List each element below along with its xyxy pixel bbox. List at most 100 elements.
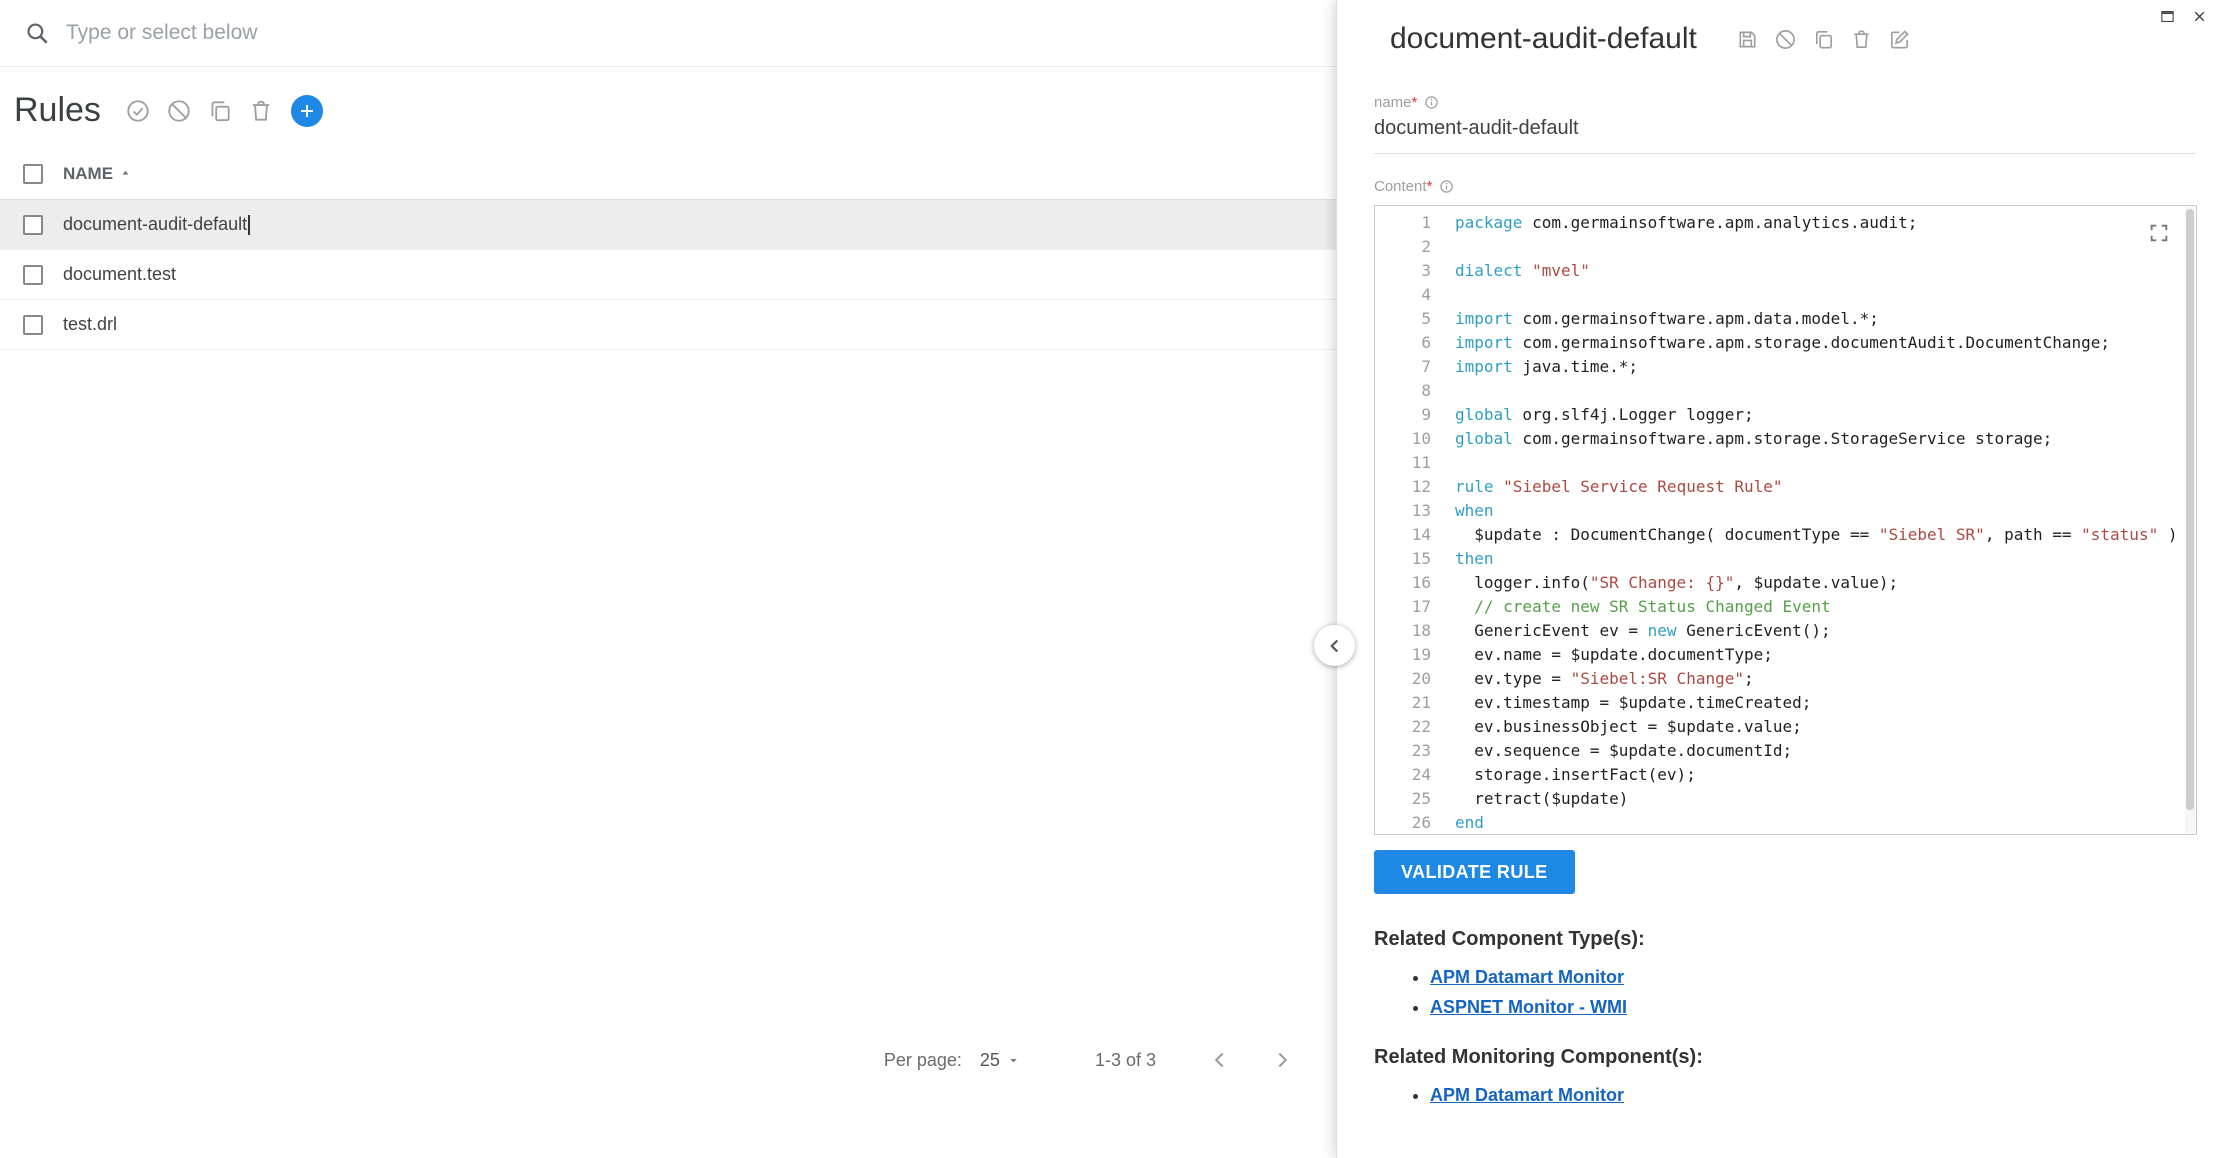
table-header: NAME bbox=[0, 148, 1336, 200]
line-number: 16 bbox=[1375, 571, 1431, 595]
name-column-header[interactable]: NAME bbox=[63, 164, 132, 184]
code-line: 9global org.slf4j.Logger logger; bbox=[1375, 403, 2196, 427]
range-label: 1-3 of 3 bbox=[1095, 1050, 1156, 1071]
code-text bbox=[1431, 451, 1455, 475]
code-line: 22 ev.businessObject = $update.value; bbox=[1375, 715, 2196, 739]
delete-button[interactable] bbox=[1847, 25, 1876, 54]
list-item: ASPNET Monitor - WMI bbox=[1430, 997, 2196, 1018]
line-number: 18 bbox=[1375, 619, 1431, 643]
code-line: 14 $update : DocumentChange( documentTyp… bbox=[1375, 523, 2196, 547]
code-line: 4 bbox=[1375, 283, 2196, 307]
name-field[interactable]: document-audit-default bbox=[1374, 117, 2196, 154]
rules-toolbar bbox=[123, 95, 323, 127]
line-number: 6 bbox=[1375, 331, 1431, 355]
code-line: 20 ev.type = "Siebel:SR Change"; bbox=[1375, 667, 2196, 691]
add-rule-button[interactable] bbox=[291, 95, 323, 127]
per-page-select[interactable]: 25 bbox=[980, 1050, 1021, 1071]
copy-button[interactable] bbox=[1809, 25, 1838, 54]
save-icon bbox=[1736, 28, 1759, 51]
code-line: 19 ev.name = $update.documentType; bbox=[1375, 643, 2196, 667]
related-monitoring-heading: Related Monitoring Component(s): bbox=[1374, 1046, 2196, 1069]
validate-rule-button[interactable]: VALIDATE RULE bbox=[1374, 850, 1575, 894]
code-text: logger.info("SR Change: {}", $update.val… bbox=[1431, 571, 1898, 595]
table-row[interactable]: test.drl bbox=[0, 300, 1336, 350]
rule-name: test.drl bbox=[63, 314, 117, 335]
search-input[interactable] bbox=[66, 21, 1336, 45]
line-number: 12 bbox=[1375, 475, 1431, 499]
info-icon[interactable] bbox=[1439, 179, 1454, 194]
select-all-checkbox[interactable] bbox=[23, 164, 43, 184]
row-checkbox[interactable] bbox=[23, 265, 43, 285]
edit-button[interactable] bbox=[1885, 25, 1914, 54]
pagination: Per page: 25 1-3 of 3 bbox=[884, 1040, 1302, 1080]
code-lines: 1package com.germainsoftware.apm.analyti… bbox=[1375, 211, 2196, 835]
code-text: ev.businessObject = $update.value; bbox=[1431, 715, 1802, 739]
code-line: 10global com.germainsoftware.apm.storage… bbox=[1375, 427, 2196, 451]
per-page-value: 25 bbox=[980, 1050, 1000, 1071]
info-icon[interactable] bbox=[1424, 95, 1439, 110]
enable-rule-button[interactable] bbox=[123, 96, 153, 126]
close-button[interactable] bbox=[2189, 6, 2209, 26]
code-text: $update : DocumentChange( documentType =… bbox=[1431, 523, 2177, 547]
detail-panel: document-audit-default n bbox=[1336, 0, 2219, 1158]
row-checkbox[interactable] bbox=[23, 315, 43, 335]
rules-rows: document-audit-default document.test test.… bbox=[0, 200, 1336, 350]
line-number: 26 bbox=[1375, 811, 1431, 835]
list-item: APM Datamart Monitor bbox=[1430, 1085, 2196, 1106]
code-text bbox=[1431, 235, 1455, 259]
table-row[interactable]: document.test bbox=[0, 250, 1336, 300]
next-page-button[interactable] bbox=[1262, 1040, 1302, 1080]
editor-scrollbar[interactable] bbox=[2185, 207, 2195, 833]
code-text: package com.germainsoftware.apm.analytic… bbox=[1431, 211, 1917, 235]
fullscreen-icon[interactable] bbox=[2148, 222, 2170, 244]
content-field-label: Content* bbox=[1374, 178, 2196, 195]
save-button[interactable] bbox=[1733, 25, 1762, 54]
delete-rule-button[interactable] bbox=[246, 96, 276, 126]
rule-name: document.test bbox=[63, 264, 176, 285]
ban-icon bbox=[166, 98, 192, 124]
line-number: 8 bbox=[1375, 379, 1431, 403]
code-text: end bbox=[1431, 811, 1484, 835]
close-icon bbox=[2191, 8, 2208, 25]
related-component-type-link[interactable]: APM Datamart Monitor bbox=[1430, 967, 1624, 987]
table-row[interactable]: document-audit-default bbox=[0, 200, 1336, 250]
code-text: import java.time.*; bbox=[1431, 355, 1638, 379]
plus-icon bbox=[298, 102, 316, 120]
disable-rule-button[interactable] bbox=[164, 96, 194, 126]
code-text: ev.type = "Siebel:SR Change"; bbox=[1431, 667, 1754, 691]
code-line: 13when bbox=[1375, 499, 2196, 523]
search-bar bbox=[0, 0, 1336, 67]
detail-toolbar bbox=[1733, 25, 1914, 54]
name-field-label: name* bbox=[1374, 94, 2196, 111]
row-checkbox[interactable] bbox=[23, 215, 43, 235]
line-number: 2 bbox=[1375, 235, 1431, 259]
code-line: 25 retract($update) bbox=[1375, 787, 2196, 811]
maximize-button[interactable] bbox=[2157, 6, 2177, 26]
code-text: dialect "mvel" bbox=[1431, 259, 1590, 283]
scrollbar-thumb[interactable] bbox=[2186, 209, 2194, 810]
copy-rule-button[interactable] bbox=[205, 96, 235, 126]
line-number: 20 bbox=[1375, 667, 1431, 691]
code-line: 18 GenericEvent ev = new GenericEvent(); bbox=[1375, 619, 2196, 643]
related-component-type-link[interactable]: ASPNET Monitor - WMI bbox=[1430, 997, 1627, 1017]
code-text: ev.name = $update.documentType; bbox=[1431, 643, 1773, 667]
line-number: 3 bbox=[1375, 259, 1431, 283]
disable-button[interactable] bbox=[1771, 25, 1800, 54]
line-number: 13 bbox=[1375, 499, 1431, 523]
search-icon bbox=[24, 20, 50, 46]
code-editor[interactable]: 1package com.germainsoftware.apm.analyti… bbox=[1374, 205, 2197, 835]
rule-name: document-audit-default bbox=[63, 214, 247, 235]
rules-header: Rules bbox=[0, 67, 1336, 148]
code-text: // create new SR Status Changed Event bbox=[1431, 595, 1831, 619]
caret-down-icon bbox=[1006, 1053, 1021, 1068]
detail-title: document-audit-default bbox=[1390, 22, 1697, 56]
collapse-panel-button[interactable] bbox=[1314, 625, 1355, 666]
code-line: 3dialect "mvel" bbox=[1375, 259, 2196, 283]
trash-icon bbox=[1850, 28, 1873, 51]
window-controls bbox=[2157, 6, 2209, 26]
line-number: 24 bbox=[1375, 763, 1431, 787]
code-text: import com.germainsoftware.apm.storage.d… bbox=[1431, 331, 2110, 355]
related-monitoring-component-link[interactable]: APM Datamart Monitor bbox=[1430, 1085, 1624, 1105]
prev-page-button[interactable] bbox=[1200, 1040, 1240, 1080]
line-number: 4 bbox=[1375, 283, 1431, 307]
